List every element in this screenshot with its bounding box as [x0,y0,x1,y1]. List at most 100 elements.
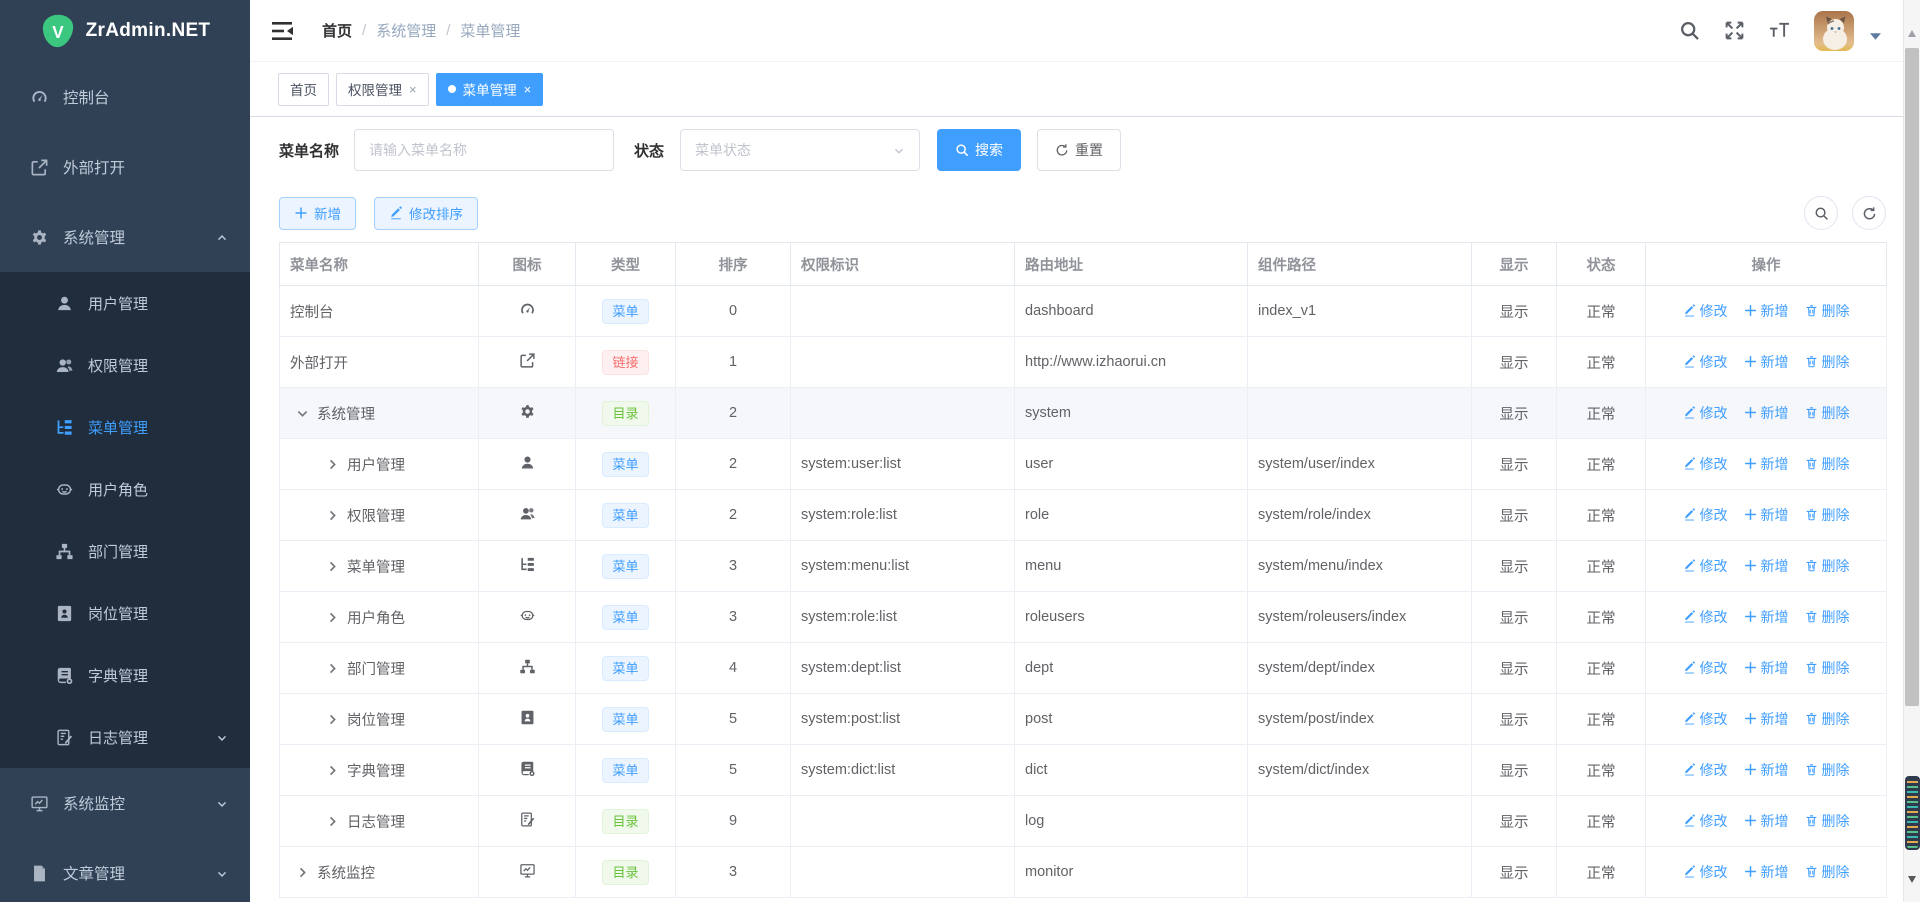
edit-action[interactable]: 修改 [1683,301,1728,321]
sidebar-item-dict-management[interactable]: 字典管理 [0,644,250,706]
add-action[interactable]: 新增 [1744,760,1789,780]
edit-action[interactable]: 修改 [1683,811,1728,831]
search-button[interactable]: 搜索 [937,129,1021,171]
menu-name-label: 菜单名称 [279,140,339,161]
delete-action[interactable]: 删除 [1805,709,1850,729]
sidebar-item-dept-management[interactable]: 部门管理 [0,520,250,582]
sidebar-item-dashboard[interactable]: 控制台 [0,62,250,132]
column-header: 类型 [576,243,676,286]
edit-action[interactable]: 修改 [1683,403,1728,423]
sidebar-item-external-open[interactable]: 外部打开 [0,132,250,202]
table-row-dept-management[interactable]: 部门管理菜单4system:dept:listdeptsystem/dept/i… [280,643,1887,694]
edit-action[interactable]: 修改 [1683,760,1728,780]
edit-action[interactable]: 修改 [1683,454,1728,474]
edit-action[interactable]: 修改 [1683,556,1728,576]
type-badge: 菜单 [602,656,648,681]
add-action[interactable]: 新增 [1744,301,1789,321]
delete-action[interactable]: 删除 [1805,607,1850,627]
edit-action[interactable]: 修改 [1683,352,1728,372]
caret-right-icon [326,458,339,471]
edit-action[interactable]: 修改 [1683,709,1728,729]
add-action[interactable]: 新增 [1744,607,1789,627]
table-row-log-management[interactable]: 日志管理目录9log显示正常修改新增删除 [280,796,1887,847]
delete-action[interactable]: 删除 [1805,760,1850,780]
sidebar-item-system-management[interactable]: 系统管理 [0,202,250,272]
tab-role-management[interactable]: 权限管理× [336,73,429,106]
breadcrumb-item[interactable]: 首页 [322,20,352,41]
table-row-dict-management[interactable]: 字典管理菜单5system:dict:listdictsystem/dict/i… [280,745,1887,796]
font-size-icon[interactable] [1769,20,1790,41]
status-select[interactable]: 菜单状态 [680,129,920,171]
reset-button[interactable]: 重置 [1037,129,1121,171]
delete-action[interactable]: 删除 [1805,301,1850,321]
add-action[interactable]: 新增 [1744,556,1789,576]
table-row-post-management[interactable]: 岗位管理菜单5system:post:listpostsystem/post/i… [280,694,1887,745]
add-action[interactable]: 新增 [1744,403,1789,423]
delete-action[interactable]: 删除 [1805,505,1850,525]
delete-action[interactable]: 删除 [1805,352,1850,372]
delete-action[interactable]: 删除 [1805,556,1850,576]
sidebar-item-article-management[interactable]: 文章管理 [0,838,250,908]
route-path: http://www.izhaorui.cn [1025,354,1166,370]
sidebar-item-system-monitor[interactable]: 系统监控 [0,768,250,838]
close-icon[interactable]: × [409,83,417,96]
sidebar-item-role-management[interactable]: 权限管理 [0,334,250,396]
sidebar-item-user-role[interactable]: 用户角色 [0,458,250,520]
add-action[interactable]: 新增 [1744,862,1789,882]
active-tab-dot [448,85,456,93]
sidebar-item-post-management[interactable]: 岗位管理 [0,582,250,644]
refresh-icon [1055,143,1069,157]
table-row-user-management[interactable]: 用户管理菜单2system:user:listusersystem/user/i… [280,439,1887,490]
tab-home[interactable]: 首页 [278,73,329,106]
trash-icon [1805,457,1818,470]
avatar-dropdown-caret[interactable] [1870,27,1881,34]
tab-menu-management[interactable]: 菜单管理× [436,73,544,106]
fullscreen-icon[interactable] [1724,20,1745,41]
add-action[interactable]: 新增 [1744,811,1789,831]
scrollbar-down-arrow[interactable] [1908,876,1916,883]
table-row-role-management[interactable]: 权限管理菜单2system:role:listrolesystem/role/i… [280,490,1887,541]
edit-action[interactable]: 修改 [1683,658,1728,678]
edit-sort-button[interactable]: 修改排序 [374,197,478,230]
table-row-dashboard[interactable]: 控制台菜单0dashboardindex_v1显示正常修改新增删除 [280,286,1887,337]
edit-action[interactable]: 修改 [1683,505,1728,525]
robot-icon [519,607,536,624]
menu-name: 用户角色 [347,607,405,628]
edit-action[interactable]: 修改 [1683,862,1728,882]
pencil-icon [1683,712,1696,725]
table-row-system-monitor[interactable]: 系统监控目录3monitor显示正常修改新增删除 [280,847,1887,898]
scrollbar-up-arrow[interactable] [1908,30,1916,37]
delete-action[interactable]: 删除 [1805,811,1850,831]
brand-title: ZrAdmin.NET [86,20,211,42]
delete-action[interactable]: 删除 [1805,658,1850,678]
user-avatar[interactable] [1814,11,1854,51]
close-icon[interactable]: × [524,83,532,96]
trash-icon [1805,355,1818,368]
refresh-table-button[interactable] [1852,196,1886,230]
scrollbar-thumb[interactable] [1905,48,1919,706]
table-row-user-role[interactable]: 用户角色菜单3system:role:listroleuserssystem/r… [280,592,1887,643]
table-row-menu-management[interactable]: 菜单管理菜单3system:menu:listmenusystem/menu/i… [280,541,1887,592]
sidebar-item-menu-management[interactable]: 菜单管理 [0,396,250,458]
sort-value: 2 [729,456,737,472]
route-path: dept [1025,660,1053,676]
route-path: monitor [1025,864,1073,880]
delete-action[interactable]: 删除 [1805,454,1850,474]
delete-action[interactable]: 删除 [1805,862,1850,882]
add-action[interactable]: 新增 [1744,505,1789,525]
add-action[interactable]: 新增 [1744,454,1789,474]
table-row-external-open[interactable]: 外部打开链接1http://www.izhaorui.cn显示正常修改新增删除 [280,337,1887,388]
sidebar-item-user-management[interactable]: 用户管理 [0,272,250,334]
header-search-icon[interactable] [1679,20,1700,41]
sidebar-item-log-management[interactable]: 日志管理 [0,706,250,768]
menu-name-input[interactable] [354,129,614,171]
table-row-system-management[interactable]: 系统管理目录2system显示正常修改新增删除 [280,388,1887,439]
add-action[interactable]: 新增 [1744,352,1789,372]
delete-action[interactable]: 删除 [1805,403,1850,423]
edit-action[interactable]: 修改 [1683,607,1728,627]
add-action[interactable]: 新增 [1744,709,1789,729]
add-button[interactable]: 新增 [279,197,356,230]
show-search-button[interactable] [1804,196,1838,230]
sidebar-collapse-icon[interactable] [272,21,294,41]
add-action[interactable]: 新增 [1744,658,1789,678]
